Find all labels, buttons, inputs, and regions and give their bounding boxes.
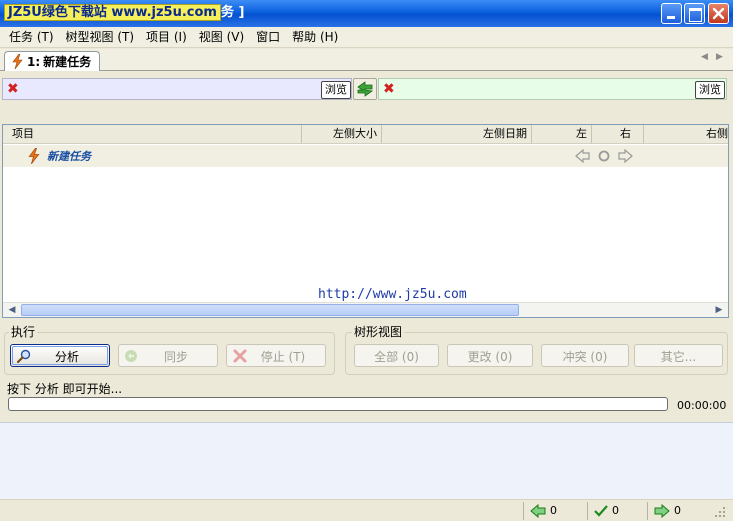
- tab-scroll-right-icon[interactable]: ▶: [716, 52, 723, 62]
- sync-button[interactable]: 同步: [118, 344, 218, 367]
- progress-bar: [8, 397, 668, 411]
- column-header-right-side[interactable]: 右侧: [644, 125, 728, 143]
- close-icon: [712, 7, 725, 20]
- right-newer-count-cell: 0: [647, 502, 705, 520]
- stop-label: 停止 (T): [260, 350, 306, 364]
- right-arrow-icon: [654, 504, 670, 518]
- maximize-button[interactable]: [684, 3, 705, 24]
- column-header-item[interactable]: 项目: [3, 125, 302, 143]
- column-header-left[interactable]: 左: [532, 125, 592, 143]
- equal-count: 0: [612, 504, 619, 517]
- column-header-left-date[interactable]: 左侧日期: [382, 125, 532, 143]
- resize-grip-icon[interactable]: [712, 506, 728, 518]
- tree-changed-button[interactable]: 更改 (0): [447, 344, 533, 367]
- tree-other-button[interactable]: 其它...: [634, 344, 723, 367]
- analyze-button[interactable]: 分析: [10, 344, 110, 367]
- right-newer-icon: [618, 149, 633, 163]
- menu-window[interactable]: 窗口: [250, 28, 286, 47]
- menu-task[interactable]: 任务 (T): [3, 28, 60, 47]
- path-bar: ✖ 浏览 ✖ 浏览: [0, 77, 733, 101]
- task-lightning-icon: [12, 54, 23, 69]
- swap-arrows-icon: [357, 81, 374, 97]
- left-newer-icon: [575, 149, 590, 163]
- close-button[interactable]: [708, 3, 729, 24]
- tree-changed-label: 更改 (0): [467, 350, 513, 364]
- execute-group-title: 执行: [9, 325, 38, 339]
- menu-tree-view[interactable]: 树型视图 (T): [60, 28, 141, 47]
- scroll-thumb[interactable]: [21, 304, 519, 316]
- menu-item[interactable]: 项目 (I): [140, 28, 193, 47]
- menu-help[interactable]: 帮助 (H): [286, 28, 344, 47]
- tab-new-task[interactable]: 1: 新建任务: [4, 51, 101, 71]
- equal-icon: [598, 150, 610, 162]
- left-path-error-icon: ✖: [7, 81, 19, 97]
- status-hint: 按下 分析 即可开始...: [7, 382, 123, 396]
- tab-index: 1:: [27, 54, 41, 69]
- tree-all-button[interactable]: 全部 (0): [354, 344, 439, 367]
- tree-view-group-title: 树形视图: [352, 325, 405, 339]
- right-path-error-icon: ✖: [383, 81, 395, 97]
- scroll-right-icon[interactable]: ▶: [711, 303, 727, 317]
- check-icon: [594, 505, 608, 517]
- task-lightning-icon: [28, 148, 40, 164]
- stop-button[interactable]: 停止 (T): [226, 344, 326, 367]
- left-newer-count: 0: [550, 504, 557, 517]
- left-path-input[interactable]: ✖ 浏览: [2, 78, 352, 100]
- analyze-label: 分析: [54, 350, 79, 364]
- title-bar: JZ5U绿色下载站 www.jz5u.com 务 ]: [0, 0, 733, 27]
- horizontal-scrollbar[interactable]: ◀ ▶: [3, 302, 728, 317]
- window-title: JZ5U绿色下载站 www.jz5u.com 务 ]: [4, 3, 244, 22]
- minimize-button[interactable]: [661, 3, 682, 24]
- title-tail: 务 ]: [220, 5, 245, 20]
- left-newer-count-cell: 0: [523, 502, 587, 520]
- tab-strip: 1: 新建任务: [0, 49, 733, 71]
- title-watermark: JZ5U绿色下载站 www.jz5u.com: [4, 4, 221, 21]
- left-browse-button[interactable]: 浏览: [321, 81, 351, 99]
- task-name: 新建任务: [47, 150, 91, 163]
- right-browse-button[interactable]: 浏览: [695, 81, 725, 99]
- menu-bar: 任务 (T) 树型视图 (T) 项目 (I) 视图 (V) 窗口 帮助 (H): [0, 27, 733, 48]
- scroll-left-icon[interactable]: ◀: [4, 303, 20, 317]
- tree-conflict-button[interactable]: 冲突 (0): [541, 344, 629, 367]
- right-path-input[interactable]: ✖ 浏览: [378, 78, 727, 100]
- left-arrow-icon: [530, 504, 546, 518]
- sync-label: 同步: [163, 350, 188, 364]
- swap-sides-button[interactable]: [353, 78, 377, 100]
- elapsed-time: 00:00:00: [677, 399, 727, 412]
- tab-scroll-left-icon[interactable]: ◀: [701, 52, 708, 62]
- tab-label: 新建任务: [43, 55, 92, 69]
- compare-status-icons: [575, 149, 633, 163]
- column-header-right[interactable]: 右: [592, 125, 644, 143]
- tree-all-label: 全部 (0): [374, 350, 419, 364]
- tree-conflict-label: 冲突 (0): [562, 350, 608, 364]
- list-header: 项目 左侧大小 左侧日期 左 右 右侧: [3, 125, 728, 144]
- watermark-url: http://www.jz5u.com: [318, 287, 467, 302]
- column-header-left-size[interactable]: 左侧大小: [302, 125, 382, 143]
- menu-view[interactable]: 视图 (V): [193, 28, 250, 47]
- equal-count-cell: 0: [587, 502, 647, 520]
- right-newer-count: 0: [674, 504, 681, 517]
- list-item[interactable]: 新建任务: [3, 145, 728, 167]
- status-bar: 0 0 0: [0, 499, 733, 521]
- log-panel: [0, 422, 733, 499]
- tree-other-label: 其它...: [660, 350, 697, 364]
